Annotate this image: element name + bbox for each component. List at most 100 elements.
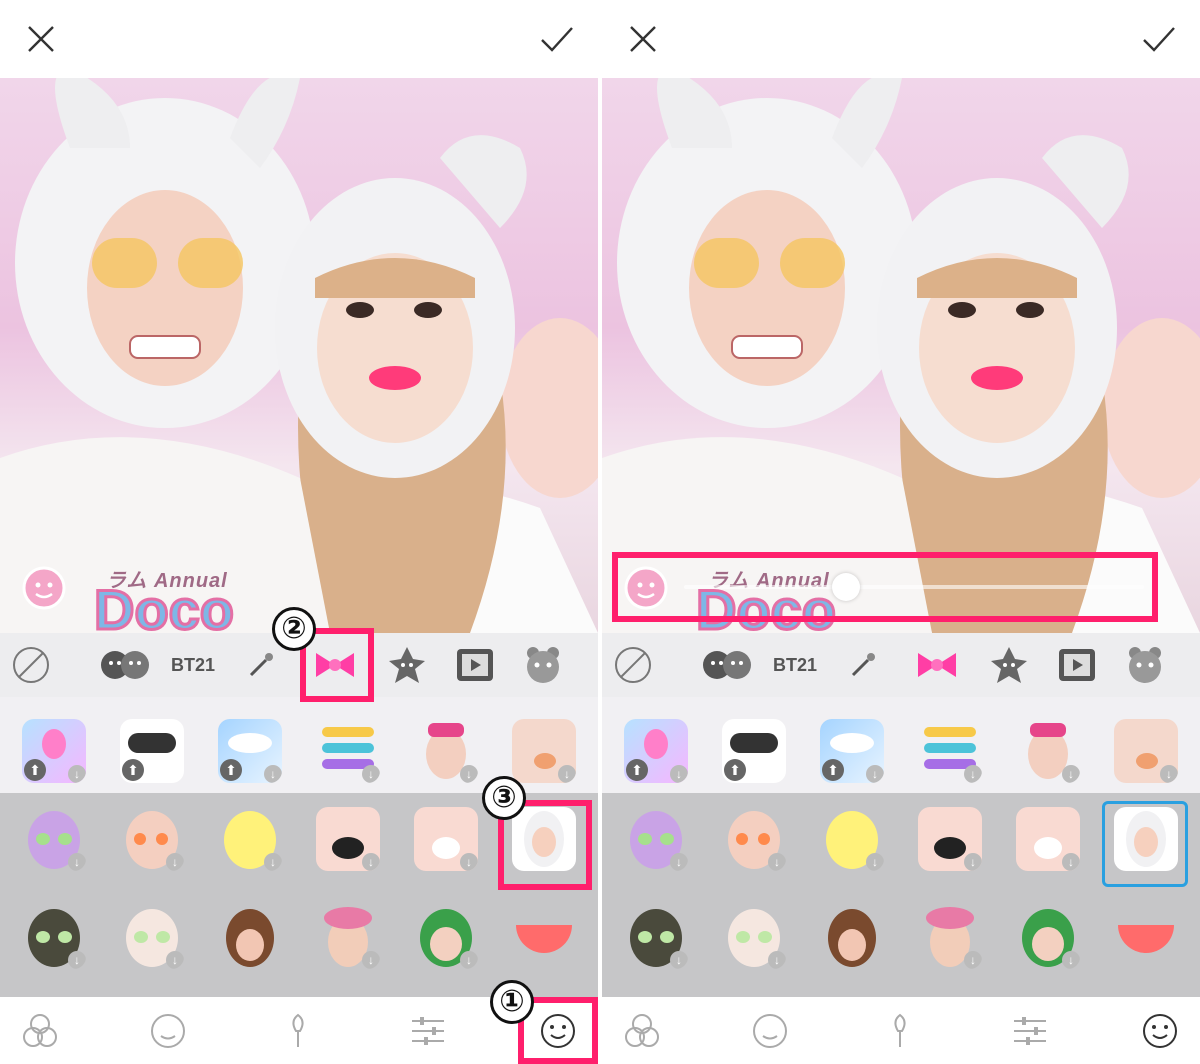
bow-icon <box>918 653 956 677</box>
photo-illustration <box>602 78 1200 633</box>
category-faces[interactable] <box>100 641 150 689</box>
photo-illustration <box>0 78 598 633</box>
category-brush[interactable] <box>236 641 286 689</box>
sticker-headband[interactable]: ↓ <box>414 719 478 783</box>
category-animal[interactable] <box>518 641 568 689</box>
sticker-mask-star-eyes[interactable]: ↓ <box>120 807 184 871</box>
download-icon: ↓ <box>264 765 282 783</box>
nav-filter[interactable] <box>18 1009 62 1053</box>
download-icon: ↓ <box>166 951 184 969</box>
sticker-mask-star-eyes[interactable]: ↓ <box>722 807 786 871</box>
download-icon: ↓ <box>768 951 786 969</box>
nav-face[interactable] <box>748 1009 792 1053</box>
close-button[interactable] <box>620 16 666 62</box>
confirm-button[interactable] <box>1136 16 1182 62</box>
category-none[interactable] <box>6 641 56 689</box>
nav-face[interactable] <box>146 1009 190 1053</box>
download-icon: ↓ <box>460 765 478 783</box>
download-icon: ↓ <box>558 765 576 783</box>
category-star-face[interactable] <box>382 641 432 689</box>
person-icon: ⬆ <box>822 759 844 781</box>
category-animal[interactable] <box>1120 641 1170 689</box>
sticker-black-nose[interactable]: ↓ <box>316 807 380 871</box>
photo-canvas[interactable]: ラム Annual Doco <box>602 78 1200 633</box>
sticker-angel-wings[interactable]: ⬆ ↓ <box>820 719 884 783</box>
category-video[interactable] <box>450 641 500 689</box>
animal-face-icon <box>527 647 559 683</box>
face-retouch-icon <box>753 1014 787 1048</box>
sticker-watermelon-slice[interactable] <box>512 905 576 969</box>
sticker-white-nose[interactable]: ↓ <box>414 807 478 871</box>
person-icon: ⬆ <box>724 759 746 781</box>
sticker-white-nose[interactable]: ↓ <box>1016 807 1080 871</box>
sticker-watermelon-hood[interactable]: ↓ <box>414 905 478 969</box>
sticker-watermelon-slice[interactable] <box>1114 905 1178 969</box>
nav-adjust[interactable] <box>1008 1009 1052 1053</box>
category-brush[interactable] <box>838 641 888 689</box>
sticker-poop[interactable] <box>218 905 282 969</box>
sticker-nose-patch[interactable]: ↓ <box>512 719 576 783</box>
star-face-icon <box>389 647 425 683</box>
sticker-mask-dark[interactable]: ↓ <box>22 905 86 969</box>
nav-sticker[interactable] <box>1138 1009 1182 1053</box>
download-icon: ↓ <box>670 951 688 969</box>
person-icon: ⬆ <box>626 759 648 781</box>
sticker-mask-dark[interactable]: ↓ <box>624 905 688 969</box>
sliders-icon <box>412 1017 444 1045</box>
sticker-pink-hat[interactable]: ↓ <box>316 905 380 969</box>
sticker-pink-hat[interactable]: ↓ <box>918 905 982 969</box>
nav-filter[interactable] <box>620 1009 664 1053</box>
sticker-mask-purple[interactable]: ↓ <box>22 807 86 871</box>
sticker-angel-wings[interactable]: ⬆ ↓ <box>218 719 282 783</box>
sticker-mask-cucumber[interactable]: ↓ <box>722 905 786 969</box>
category-bt21-label: BT21 <box>772 654 817 675</box>
makeup-brush-icon <box>894 1013 906 1047</box>
sticker-watermelon-hood[interactable]: ↓ <box>1016 905 1080 969</box>
category-bt21[interactable]: BT21 <box>168 641 218 689</box>
no-filter-icon <box>13 647 49 683</box>
download-icon: ↓ <box>1160 765 1178 783</box>
category-none[interactable] <box>608 641 658 689</box>
sticker-hearts[interactable]: ↓ <box>316 719 380 783</box>
left-screen: ラム Annual Doco BT21 ⬆ ↓ ⬆ ⬆ ↓ ↓ ↓ ↓ ↓ ↓ … <box>0 0 598 1064</box>
sticker-hearts[interactable]: ↓ <box>918 719 982 783</box>
sticker-row-featured: ⬆ ↓ ⬆ ⬆ ↓ ↓ ↓ ↓ <box>602 697 1200 793</box>
photo-canvas[interactable]: ラム Annual Doco <box>0 78 598 633</box>
step-badge-3: ③ <box>482 776 526 820</box>
category-bt21[interactable]: BT21 <box>770 641 820 689</box>
animal-face-icon <box>1129 647 1161 683</box>
sticker-headband[interactable]: ↓ <box>1016 719 1080 783</box>
close-button[interactable] <box>18 16 64 62</box>
category-faces[interactable] <box>702 641 752 689</box>
bottom-nav <box>602 997 1200 1064</box>
top-bar <box>602 0 1200 78</box>
sticker-mask-purple[interactable]: ↓ <box>624 807 688 871</box>
makeup-brush-icon <box>292 1013 304 1047</box>
download-icon: ↓ <box>670 765 688 783</box>
nav-adjust[interactable] <box>406 1009 450 1053</box>
sticker-bat-wings[interactable]: ⬆ <box>120 719 184 783</box>
sticker-black-nose[interactable]: ↓ <box>918 807 982 871</box>
step-badge-2: ② <box>272 607 316 651</box>
nav-makeup[interactable] <box>878 1009 922 1053</box>
download-icon: ↓ <box>460 853 478 871</box>
sticker-bat-wings[interactable]: ⬆ <box>722 719 786 783</box>
sticker-nose-patch[interactable]: ↓ <box>1114 719 1178 783</box>
download-icon: ↓ <box>362 853 380 871</box>
download-icon: ↓ <box>68 853 86 871</box>
person-icon: ⬆ <box>24 759 46 781</box>
sliders-icon <box>1014 1017 1046 1045</box>
category-star-face[interactable] <box>984 641 1034 689</box>
sticker-mask-cucumber[interactable]: ↓ <box>120 905 184 969</box>
sticker-mask-yellow[interactable]: ↓ <box>218 807 282 871</box>
sticker-mask-yellow[interactable]: ↓ <box>820 807 884 871</box>
category-video[interactable] <box>1052 641 1102 689</box>
sticker-balloons[interactable]: ⬆ ↓ <box>22 719 86 783</box>
check-icon <box>1143 27 1175 52</box>
close-icon <box>28 26 54 52</box>
sticker-poop[interactable] <box>820 905 884 969</box>
category-bow[interactable] <box>912 641 962 689</box>
confirm-button[interactable] <box>534 16 580 62</box>
sticker-balloons[interactable]: ⬆ ↓ <box>624 719 688 783</box>
nav-makeup[interactable] <box>276 1009 320 1053</box>
